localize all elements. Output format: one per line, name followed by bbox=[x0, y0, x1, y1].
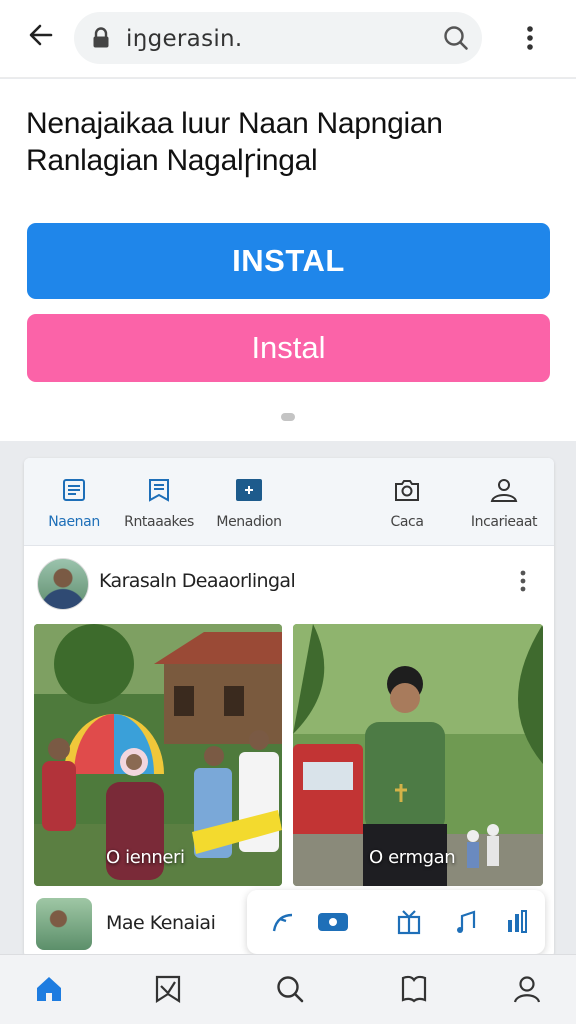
avatar[interactable] bbox=[37, 558, 89, 610]
stats-icon[interactable] bbox=[501, 906, 533, 938]
tab-media-label: Menadion bbox=[216, 514, 282, 530]
address-text: iŋgerasin. bbox=[126, 26, 243, 52]
next-post-title: Mae Kenaiai bbox=[106, 912, 216, 934]
promo-headline-line2: Ranlagian Nagalꞅingal bbox=[26, 144, 318, 177]
promo-headline: Nenajaikaa luur Naan Napngian Ranlagian … bbox=[26, 105, 546, 179]
more-vertical-icon[interactable] bbox=[512, 20, 548, 56]
post-header: Karasaln Deaaorlingal bbox=[24, 554, 554, 618]
tab-camera-label: Caca bbox=[390, 514, 424, 530]
install-button-primary[interactable]: INSTAL bbox=[27, 223, 550, 299]
promo-headline-line1: Nenajaikaa luur Naan Napngian bbox=[26, 107, 443, 140]
floating-toolbar bbox=[247, 890, 545, 954]
home-icon[interactable] bbox=[31, 971, 67, 1007]
search-icon[interactable] bbox=[272, 971, 308, 1007]
map-icon[interactable] bbox=[150, 971, 186, 1007]
install-button-secondary[interactable]: Instal bbox=[27, 314, 550, 382]
tab-media[interactable]: Menadion bbox=[199, 476, 299, 530]
audio-icon[interactable] bbox=[451, 906, 483, 938]
lock-icon bbox=[92, 27, 110, 54]
user-icon[interactable] bbox=[509, 971, 545, 1007]
tab-camera[interactable]: Caca bbox=[357, 476, 457, 530]
tab-bar: Naenan Rntaaakes Menadion Caca Incarieaa… bbox=[24, 458, 554, 546]
tab-saved-label: Rntaaakes bbox=[124, 514, 194, 530]
address-bar[interactable]: iŋgerasin. bbox=[74, 12, 482, 64]
profile-icon bbox=[454, 476, 554, 504]
photo-right-caption: O ermgan bbox=[369, 847, 456, 868]
bookmark-icon bbox=[109, 476, 209, 504]
card-icon[interactable] bbox=[317, 906, 349, 938]
post-photo-right[interactable]: O ermgan bbox=[293, 624, 543, 886]
bottom-navigation bbox=[0, 954, 576, 1024]
book-icon[interactable] bbox=[396, 971, 432, 1007]
page-indicator bbox=[281, 413, 295, 421]
search-icon[interactable] bbox=[440, 22, 472, 54]
browser-top-bar: iŋgerasin. bbox=[0, 0, 576, 78]
feed-card: Naenan Rntaaakes Menadion Caca Incarieaa… bbox=[24, 458, 554, 958]
gift-icon[interactable] bbox=[393, 906, 425, 938]
back-arrow-icon[interactable] bbox=[24, 18, 58, 52]
next-post-thumbnail bbox=[36, 898, 92, 950]
install-promo: Nenajaikaa luur Naan Napngian Ranlagian … bbox=[0, 79, 576, 441]
more-vertical-icon[interactable] bbox=[508, 566, 538, 596]
wave-icon[interactable] bbox=[267, 906, 299, 938]
camera-icon bbox=[357, 476, 457, 504]
post-photo-left[interactable]: O ienneri bbox=[34, 624, 282, 886]
post-author[interactable]: Karasaln Deaaorlingal bbox=[99, 570, 296, 592]
photo-left-caption: O ienneri bbox=[106, 847, 185, 868]
tab-saved[interactable]: Rntaaakes bbox=[109, 476, 209, 530]
media-icon bbox=[199, 476, 299, 504]
tab-profile[interactable]: Incarieaat bbox=[454, 476, 554, 530]
tab-profile-label: Incarieaat bbox=[470, 514, 538, 530]
